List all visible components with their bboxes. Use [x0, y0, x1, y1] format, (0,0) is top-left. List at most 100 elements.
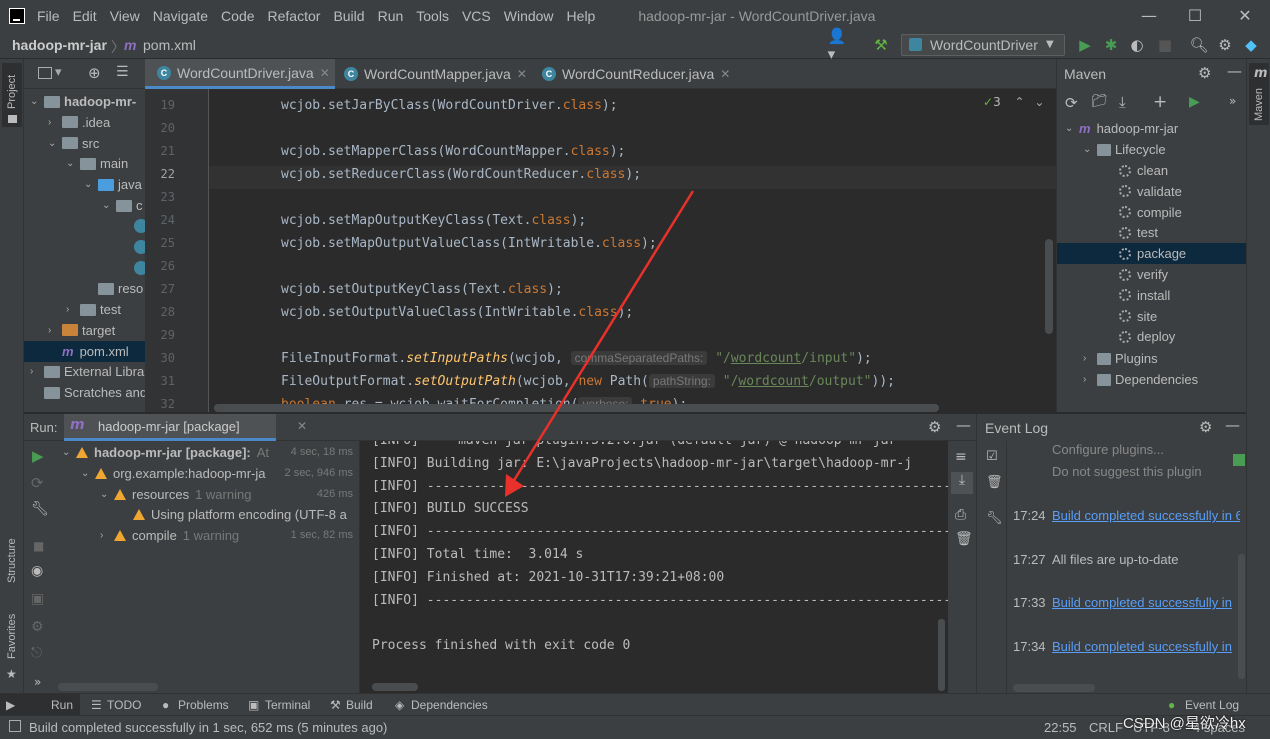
console-h-scrollbar[interactable] [372, 683, 418, 691]
expand-arrow-icon[interactable]: ⌄ [30, 96, 42, 107]
tree-item[interactable]: › test [66, 299, 121, 320]
menu-edit[interactable]: Edit [73, 8, 97, 24]
menu-code[interactable]: Code [221, 8, 254, 24]
tree-item[interactable]: reso [84, 278, 143, 299]
tree-item[interactable]: › External Libra [30, 361, 144, 382]
stop-run-icon[interactable]: ■ [33, 539, 44, 553]
maven-plugins-node[interactable]: › Plugins [1057, 348, 1247, 369]
run-settings-gear-icon[interactable]: ⚙ [928, 418, 941, 436]
maven-goal-validate[interactable]: validate [1057, 181, 1247, 202]
soft-wrap-icon[interactable]: ≡ [955, 449, 967, 465]
tab-wordcountdriver[interactable]: C WordCountDriver.java ✕ [145, 59, 335, 89]
menu-file[interactable]: File [37, 8, 60, 24]
eye-icon[interactable]: ◉ [31, 563, 43, 579]
menu-view[interactable]: View [110, 8, 140, 24]
rerun-icon[interactable]: ▶ [32, 447, 44, 465]
build-tree-item[interactable]: ⌄ org.example:hadoop-mr-ja [81, 463, 265, 484]
maven-goal-clean[interactable]: clean [1057, 160, 1247, 181]
event-log-scrollbar[interactable] [1238, 554, 1245, 679]
tab-wordcountmapper[interactable]: C WordCountMapper.java ✕ [341, 59, 537, 89]
do-not-suggest-link[interactable]: Do not suggest this plugin [1052, 464, 1202, 479]
tree-item[interactable]: ⌄ c [102, 195, 143, 216]
editor-horizontal-scrollbar[interactable] [214, 404, 939, 412]
collapse-arrow-icon[interactable]: › [1083, 353, 1095, 364]
tool-terminal-button[interactable]: Terminal [265, 698, 310, 712]
event-link[interactable]: Build completed successfully in [1052, 639, 1240, 654]
collapse-arrow-icon[interactable]: › [48, 117, 60, 128]
reload-icon[interactable]: ⟳ [1065, 94, 1078, 112]
inspection-widget[interactable]: ✓3 ⌃ ⌄ [983, 95, 1044, 109]
tool-build-button[interactable]: Build [346, 698, 373, 712]
menu-run[interactable]: Run [378, 8, 404, 24]
chevron-up-icon[interactable]: ⌃ [1015, 95, 1025, 109]
console-output[interactable]: [INFO] --- maven-jar-plugin:3.2.0:jar (d… [360, 441, 948, 693]
maven-goal-verify[interactable]: verify [1057, 264, 1247, 285]
maven-tool-button[interactable]: m Maven [1249, 63, 1269, 125]
event-log-settings-icon[interactable]: ⚙ [1199, 418, 1212, 436]
expand-arrow-icon[interactable]: ⌄ [1065, 123, 1077, 134]
editor-vertical-scrollbar[interactable] [1045, 239, 1053, 334]
tab-close-icon[interactable]: ✕ [517, 67, 527, 81]
build-tree-scrollbar[interactable] [58, 683, 158, 691]
structure-tool-label[interactable]: Structure [6, 538, 18, 583]
add-icon[interactable]: + [1153, 92, 1167, 112]
toolbox-icon[interactable]: ◆ [1242, 36, 1260, 54]
camera-icon[interactable]: ▣ [31, 591, 44, 607]
tab-wordcountreducer[interactable]: C WordCountReducer.java ✕ [541, 59, 741, 89]
tool-problems-button[interactable]: Problems [178, 698, 229, 712]
expand-arrow-icon[interactable]: ⌄ [84, 179, 96, 190]
wrench-icon[interactable]: 🔧︎ [31, 501, 49, 517]
minimize-icon[interactable]: — [1126, 0, 1172, 31]
maven-goal-test[interactable]: test [1057, 222, 1247, 243]
maven-project-node[interactable]: ⌄ m hadoop-mr-jar [1057, 118, 1247, 139]
expand-arrow-icon[interactable]: ⌄ [1083, 144, 1095, 155]
expand-arrow-icon[interactable]: ⌄ [102, 200, 114, 211]
gear-run-icon[interactable]: ⚙ [31, 619, 44, 635]
debug-icon[interactable]: ✱ [1102, 36, 1120, 54]
print-icon[interactable]: ⎙ [955, 507, 966, 523]
menu-refactor[interactable]: Refactor [268, 8, 321, 24]
console-scrollbar[interactable] [938, 619, 945, 691]
exit-icon[interactable]: ⎋ [31, 645, 42, 661]
scroll-to-end-icon[interactable]: ⤓ [951, 472, 973, 494]
tree-item[interactable]: ⌄ hadoop-mr- [30, 91, 136, 112]
event-log-hide-icon[interactable]: — [1225, 416, 1240, 434]
event-log-h-scrollbar[interactable] [1013, 684, 1095, 692]
run-configuration-selector[interactable]: WordCountDriver ▼ [901, 34, 1065, 56]
settings-gear-icon[interactable]: ⚙ [1216, 36, 1234, 54]
tree-item[interactable]: m pom.xml [24, 340, 145, 362]
more-actions-icon[interactable]: » [1229, 94, 1236, 108]
tab-close-icon[interactable]: ✕ [320, 66, 330, 80]
maven-goal-package[interactable]: package [1057, 243, 1247, 265]
tree-item[interactable]: ⌄ main [66, 153, 128, 174]
tree-item[interactable]: Scratches and [30, 382, 147, 403]
collapse-arrow-icon[interactable]: › [66, 304, 78, 315]
menu-help[interactable]: Help [567, 8, 596, 24]
maven-goal-site[interactable]: site [1057, 306, 1247, 327]
maven-goal-install[interactable]: install [1057, 285, 1247, 306]
menu-build[interactable]: Build [333, 8, 364, 24]
favorites-tool-label[interactable]: Favorites [6, 614, 18, 659]
more-icon[interactable]: ▾ [55, 65, 62, 80]
menu-navigate[interactable]: Navigate [153, 8, 208, 24]
breadcrumb-project[interactable]: hadoop-mr-jar [12, 37, 107, 53]
tool-event-log-button[interactable]: Event Log [1185, 698, 1239, 712]
add-maven-project-icon[interactable]: 📁︎ [1091, 94, 1108, 109]
build-tree-item[interactable]: Using platform encoding (UTF-8 a [119, 504, 347, 525]
download-icon[interactable]: ⤓ [1119, 93, 1126, 111]
event-link[interactable]: Build completed successfully in 6 [1052, 508, 1240, 523]
build-tree-item[interactable]: › compile 1 warning [100, 525, 239, 546]
menu-tools[interactable]: Tools [416, 8, 449, 24]
build-tree-item[interactable]: ⌄ hadoop-mr-jar [package]: At [62, 442, 269, 463]
expand-arrow-icon[interactable]: ⌄ [62, 447, 74, 458]
rerun-failed-icon[interactable]: ⟳ [31, 474, 44, 492]
tab-close-icon[interactable]: ✕ [720, 67, 730, 81]
tool-dependencies-button[interactable]: Dependencies [411, 698, 488, 712]
line-separator[interactable]: CRLF [1089, 720, 1123, 735]
maximize-icon[interactable]: ☐ [1172, 0, 1218, 31]
collapse-arrow-icon[interactable]: › [1083, 374, 1095, 385]
collapse-arrow-icon[interactable]: › [48, 325, 60, 336]
hide-panel-icon[interactable]: — [1227, 62, 1242, 80]
maven-goal-deploy[interactable]: deploy [1057, 326, 1247, 347]
menu-window[interactable]: Window [504, 8, 554, 24]
